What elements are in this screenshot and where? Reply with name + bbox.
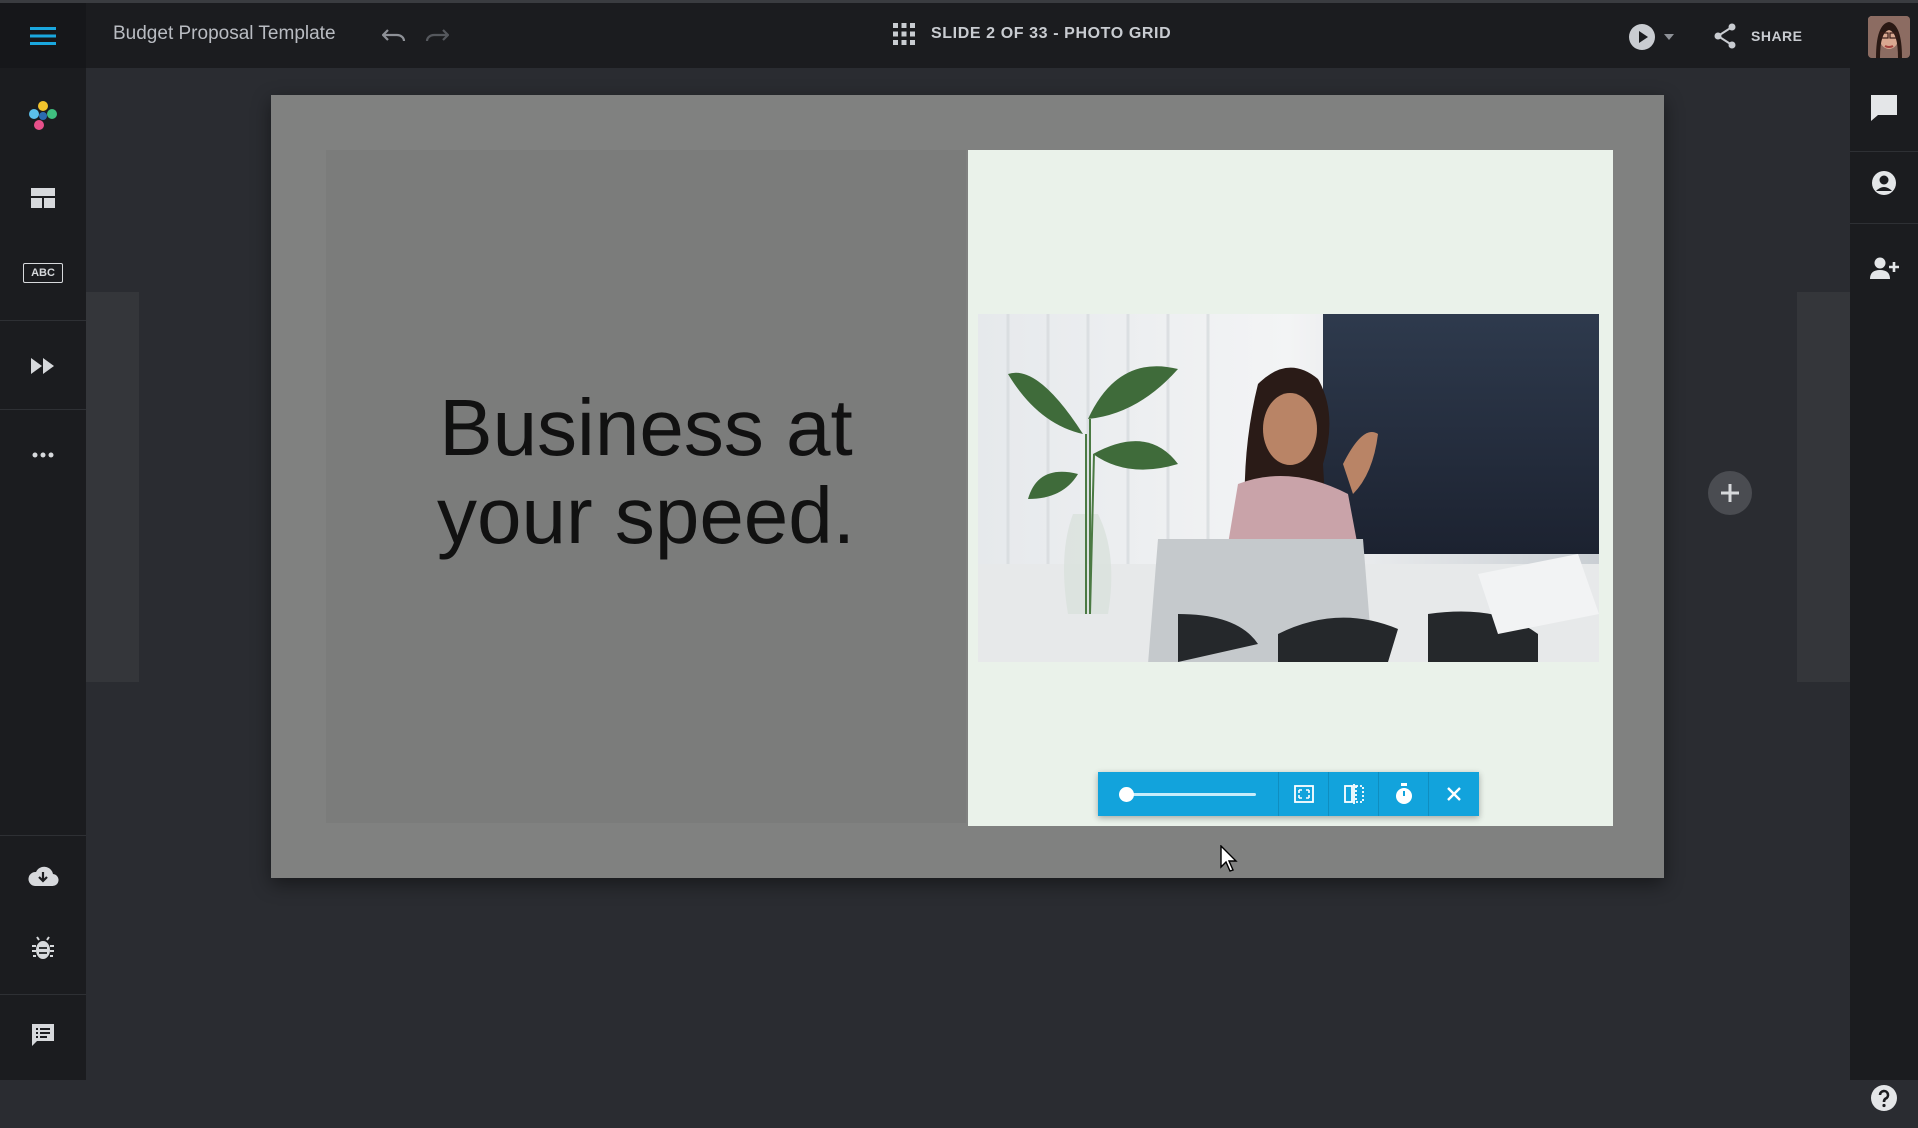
account-button[interactable] (1850, 153, 1918, 213)
transition-icon (31, 358, 54, 374)
themes-button[interactable] (0, 86, 86, 146)
report-bug-button[interactable] (0, 918, 86, 978)
undo-icon (382, 29, 406, 42)
document-title[interactable]: Budget Proposal Template (113, 23, 336, 45)
more-icon (32, 452, 54, 458)
text-styles-button[interactable]: ABC (0, 243, 86, 303)
share-button[interactable]: SHARE (1713, 23, 1803, 49)
image-toolbar (1098, 772, 1479, 816)
slide-photo[interactable] (978, 314, 1599, 662)
account-icon (1872, 171, 1896, 195)
layout-icon (31, 188, 55, 208)
help-button[interactable] (1850, 1068, 1918, 1128)
notes-icon (32, 1024, 54, 1046)
mouse-cursor-icon (1220, 845, 1238, 872)
fit-image-button[interactable] (1278, 772, 1328, 816)
layouts-button[interactable] (0, 168, 86, 228)
redo-button[interactable] (421, 21, 453, 49)
divider (0, 409, 86, 410)
bug-icon (32, 936, 54, 959)
flip-image-button[interactable] (1328, 772, 1378, 816)
divider (0, 320, 86, 321)
text-icon: ABC (23, 263, 63, 283)
left-toolbar: ABC (0, 68, 86, 1080)
play-icon (1629, 24, 1655, 50)
undo-button[interactable] (378, 21, 410, 49)
next-slide-preview[interactable] (1797, 292, 1850, 682)
timer-button[interactable] (1378, 772, 1428, 816)
divider (1850, 223, 1918, 224)
grid-icon (893, 23, 915, 45)
timer-icon (1395, 783, 1412, 804)
previous-slide-preview[interactable] (86, 292, 139, 682)
divider (1850, 151, 1918, 152)
close-icon (1446, 787, 1461, 801)
comments-button[interactable] (1850, 78, 1918, 138)
add-user-icon (1870, 257, 1899, 279)
plus-icon (1721, 484, 1739, 502)
speaker-notes-button[interactable] (0, 1005, 86, 1065)
office-woman-photo (978, 314, 1599, 662)
text-panel[interactable]: Business at your speed. (326, 150, 966, 823)
zoom-slider-track (1120, 793, 1256, 796)
help-icon (1871, 1085, 1897, 1111)
slide-canvas[interactable]: Business at your speed. (271, 95, 1664, 878)
redo-icon (425, 29, 449, 42)
avatar[interactable] (1868, 16, 1910, 58)
flip-icon (1343, 784, 1364, 804)
right-toolbar (1850, 68, 1918, 1111)
headline-line-1: Business at (439, 382, 853, 472)
avatar-image (1868, 16, 1910, 58)
download-button[interactable] (0, 846, 86, 906)
slide-label: SLIDE 2 OF 33 - PHOTO GRID (931, 25, 1172, 42)
menu-button[interactable] (0, 3, 86, 68)
comment-icon (1871, 95, 1897, 121)
close-toolbar-button[interactable] (1428, 772, 1478, 816)
divider (0, 835, 86, 836)
play-button[interactable] (1628, 23, 1674, 51)
palette-icon (29, 101, 57, 130)
zoom-slider[interactable] (1098, 772, 1278, 816)
cloud-download-icon (28, 866, 59, 887)
share-icon (1714, 23, 1736, 49)
slide-navigator[interactable]: SLIDE 2 OF 33 - PHOTO GRID (893, 23, 1171, 45)
share-label: SHARE (1751, 28, 1803, 44)
add-slide-button[interactable] (1708, 471, 1752, 515)
hamburger-icon (30, 26, 56, 45)
more-button[interactable] (0, 420, 86, 490)
add-collaborator-button[interactable] (1850, 238, 1918, 298)
fit-icon (1293, 785, 1314, 803)
photo-panel[interactable] (968, 150, 1613, 826)
zoom-slider-thumb[interactable] (1119, 787, 1135, 802)
headline-line-2: your speed. (436, 470, 856, 560)
chevron-down-icon (1664, 34, 1674, 40)
divider (0, 994, 86, 995)
slide-headline[interactable]: Business at your speed. (436, 382, 856, 560)
transitions-button[interactable] (0, 331, 86, 401)
top-bar: Budget Proposal Template SLIDE 2 OF 33 -… (0, 0, 1918, 68)
